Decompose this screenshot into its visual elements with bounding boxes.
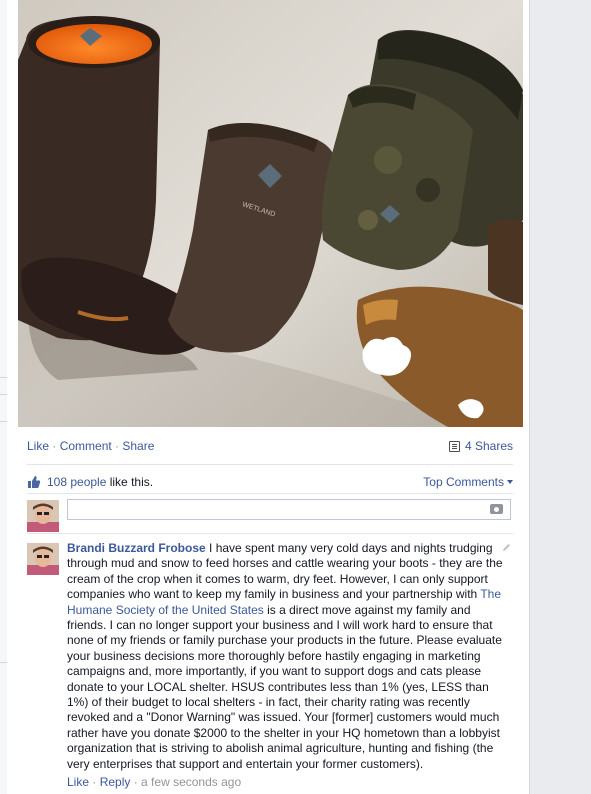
caret-down-icon: [507, 480, 513, 484]
avatar-photo: [27, 500, 59, 532]
top-comments-label: Top Comments: [423, 475, 504, 489]
separator: ·: [111, 439, 123, 453]
divider: [0, 662, 7, 663]
likes-row: 108 people like this. Top Comments: [27, 474, 513, 492]
comment-body: Brandi Buzzard Frobose I have spent many…: [67, 541, 511, 772]
camera-icon[interactable]: [490, 504, 503, 514]
comment-reply-link[interactable]: Reply: [100, 775, 131, 789]
comment-author[interactable]: Brandi Buzzard Frobose: [67, 541, 206, 555]
likers-link[interactable]: 108 people: [47, 475, 106, 489]
comment-input[interactable]: [67, 499, 511, 520]
separator: ·: [49, 439, 60, 453]
divider: [0, 421, 7, 422]
comment-link[interactable]: Comment: [60, 439, 112, 453]
divider: [27, 464, 513, 465]
comment-meta: Like · Reply · a few seconds ago: [67, 774, 241, 790]
post-photo[interactable]: WETLAND: [18, 0, 523, 427]
divider: [0, 377, 7, 378]
divider: [27, 533, 513, 534]
divider: [27, 493, 513, 494]
post-actions-bar: Like · Comment · Share 4 Shares: [27, 438, 513, 456]
shares-count-link[interactable]: 4 Shares: [448, 438, 513, 454]
comment-text: is a direct move against my family and f…: [67, 602, 502, 771]
like-link[interactable]: Like: [27, 439, 49, 453]
rubber-boots-photo: WETLAND: [18, 0, 523, 427]
share-link[interactable]: Share: [122, 439, 154, 453]
shares-icon: [448, 441, 460, 452]
post-card: WETLAND Like · Comment · Share 4 Shares: [7, 0, 530, 794]
commenter-avatar[interactable]: [27, 543, 59, 575]
avatar-photo: [27, 543, 59, 575]
comment-timestamp[interactable]: a few seconds ago: [141, 775, 241, 789]
viewer-avatar[interactable]: [27, 500, 59, 532]
comment-like-link[interactable]: Like: [67, 775, 89, 789]
top-comments-dropdown[interactable]: Top Comments: [423, 474, 513, 490]
shares-label: 4 Shares: [464, 439, 513, 453]
pencil-icon[interactable]: [502, 543, 511, 552]
comment: Brandi Buzzard Frobose I have spent many…: [67, 541, 511, 772]
separator: ·: [130, 775, 142, 789]
thumbs-up-icon: [28, 476, 41, 488]
likes-suffix: like this.: [106, 475, 154, 489]
separator: ·: [89, 775, 100, 789]
divider: [0, 394, 7, 395]
